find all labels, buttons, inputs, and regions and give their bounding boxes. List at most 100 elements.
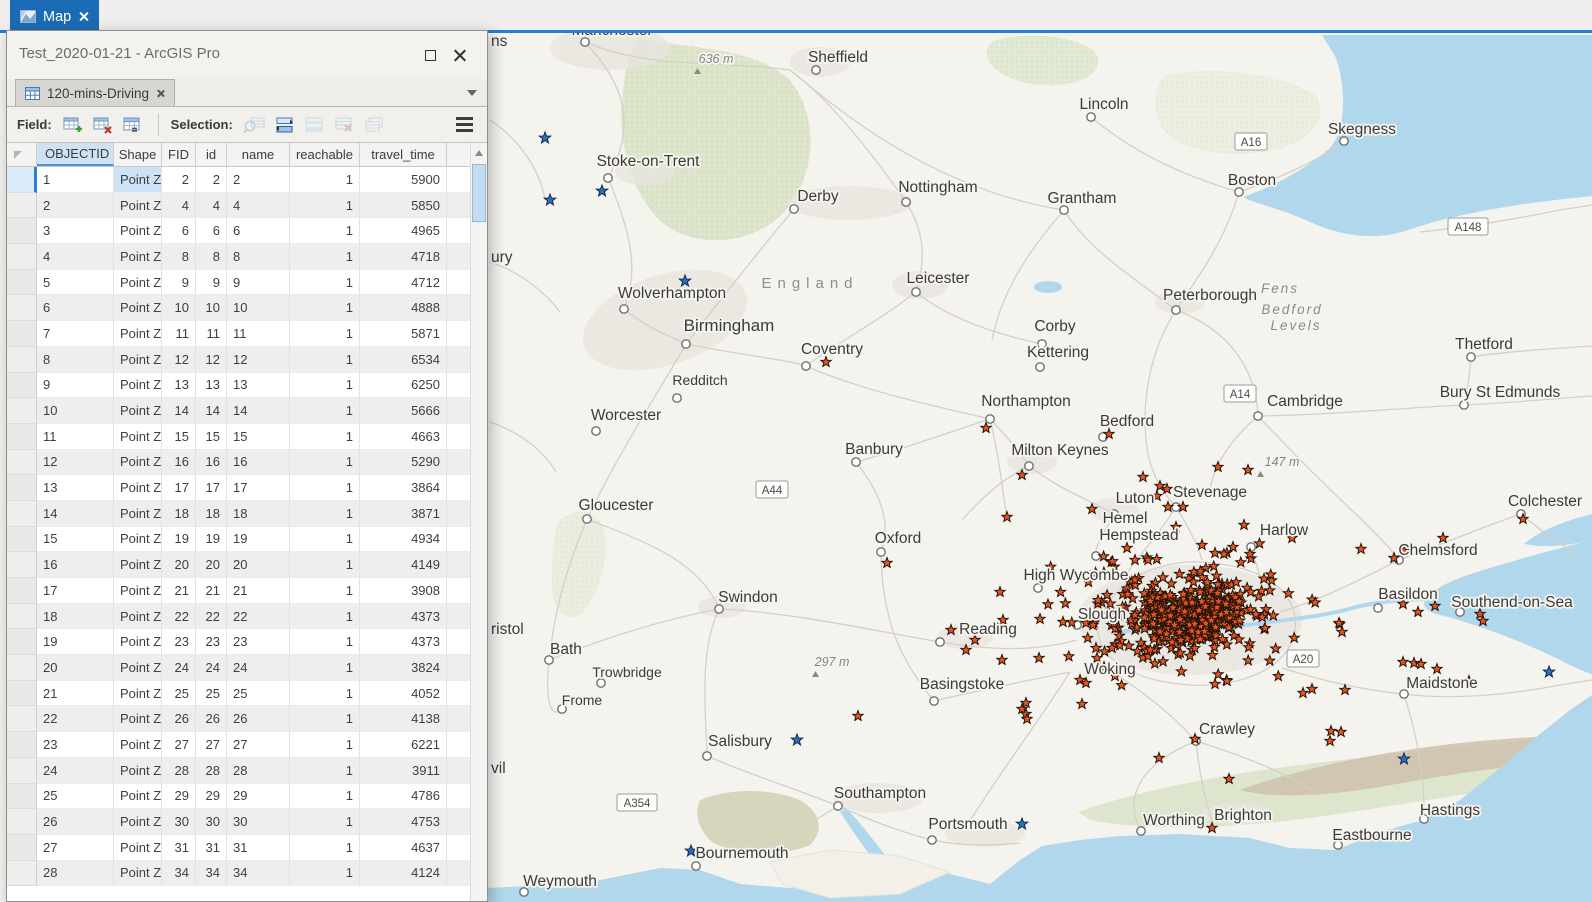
cell-reachable[interactable]: 1: [290, 629, 360, 655]
cell-travel_time[interactable]: 3871: [360, 501, 447, 527]
cell-reachable[interactable]: 1: [290, 373, 360, 399]
cell-OBJECTID[interactable]: 10: [37, 398, 114, 424]
cell-OBJECTID[interactable]: 4: [37, 244, 114, 270]
cell-travel_time[interactable]: 4786: [360, 784, 447, 810]
cell-Shape[interactable]: Point Z: [114, 629, 162, 655]
cell-travel_time[interactable]: 5290: [360, 450, 447, 476]
cell-reachable[interactable]: 1: [290, 578, 360, 604]
cell-Shape[interactable]: Point Z: [114, 244, 162, 270]
cell-id[interactable]: 24: [196, 655, 227, 681]
cell-reachable[interactable]: 1: [290, 475, 360, 501]
cell-FID[interactable]: 18: [162, 501, 196, 527]
cell-FID[interactable]: 8: [162, 244, 196, 270]
cell-Shape[interactable]: Point Z: [114, 398, 162, 424]
cell-name[interactable]: 14: [227, 398, 290, 424]
cell-name[interactable]: 30: [227, 809, 290, 835]
cell-id[interactable]: 20: [196, 552, 227, 578]
cell-reachable[interactable]: 1: [290, 706, 360, 732]
clear-selection-icon[interactable]: [331, 113, 357, 137]
cell-reachable[interactable]: 1: [290, 835, 360, 861]
cell-OBJECTID[interactable]: 15: [37, 527, 114, 553]
cell-OBJECTID[interactable]: 22: [37, 706, 114, 732]
cell-travel_time[interactable]: 4373: [360, 629, 447, 655]
cell-name[interactable]: 6: [227, 218, 290, 244]
row-selector[interactable]: [7, 321, 37, 347]
table-row[interactable]: 7Point Z11111115871: [7, 321, 470, 347]
cell-reachable[interactable]: 1: [290, 321, 360, 347]
cell-FID[interactable]: 29: [162, 784, 196, 810]
cell-travel_time[interactable]: 5850: [360, 193, 447, 219]
cell-FID[interactable]: 26: [162, 706, 196, 732]
cell-id[interactable]: 31: [196, 835, 227, 861]
cell-name[interactable]: 11: [227, 321, 290, 347]
cell-FID[interactable]: 31: [162, 835, 196, 861]
table-row[interactable]: 14Point Z18181813871: [7, 501, 470, 527]
tab-close-icon[interactable]: [78, 11, 89, 22]
cell-id[interactable]: 15: [196, 424, 227, 450]
select-all-corner[interactable]: [7, 143, 37, 166]
cell-reachable[interactable]: 1: [290, 604, 360, 630]
table-scrollbar[interactable]: [470, 143, 487, 901]
table-row[interactable]: 6Point Z10101014888: [7, 295, 470, 321]
cell-Shape[interactable]: Point Z: [114, 578, 162, 604]
cell-name[interactable]: 16: [227, 450, 290, 476]
cell-OBJECTID[interactable]: 6: [37, 295, 114, 321]
cell-Shape[interactable]: Point Z: [114, 347, 162, 373]
cell-Shape[interactable]: Point Z: [114, 758, 162, 784]
column-header-name[interactable]: name: [227, 143, 290, 166]
cell-OBJECTID[interactable]: 26: [37, 809, 114, 835]
cell-OBJECTID[interactable]: 18: [37, 604, 114, 630]
cell-Shape[interactable]: Point Z: [114, 424, 162, 450]
cell-OBJECTID[interactable]: 16: [37, 552, 114, 578]
cell-travel_time[interactable]: 4753: [360, 809, 447, 835]
zoom-to-selection-icon[interactable]: [241, 113, 267, 137]
cell-FID[interactable]: 21: [162, 578, 196, 604]
cell-name[interactable]: 2: [227, 167, 290, 193]
cell-reachable[interactable]: 1: [290, 218, 360, 244]
cell-travel_time[interactable]: 6534: [360, 347, 447, 373]
cell-reachable[interactable]: 1: [290, 861, 360, 887]
row-selector[interactable]: [7, 552, 37, 578]
cell-id[interactable]: 6: [196, 218, 227, 244]
row-selector[interactable]: [7, 604, 37, 630]
cell-travel_time[interactable]: 3864: [360, 475, 447, 501]
cell-FID[interactable]: 4: [162, 193, 196, 219]
cell-travel_time[interactable]: 3911: [360, 758, 447, 784]
cell-reachable[interactable]: 1: [290, 450, 360, 476]
column-header-travel_time[interactable]: travel_time: [360, 143, 447, 166]
cell-travel_time[interactable]: 6221: [360, 732, 447, 758]
cell-OBJECTID[interactable]: 5: [37, 270, 114, 296]
cell-id[interactable]: 26: [196, 706, 227, 732]
cell-OBJECTID[interactable]: 23: [37, 732, 114, 758]
cell-FID[interactable]: 28: [162, 758, 196, 784]
cell-name[interactable]: 15: [227, 424, 290, 450]
table-row[interactable]: 13Point Z17171713864: [7, 475, 470, 501]
row-selector[interactable]: [7, 193, 37, 219]
cell-name[interactable]: 34: [227, 861, 290, 887]
cell-OBJECTID[interactable]: 2: [37, 193, 114, 219]
cell-reachable[interactable]: 1: [290, 655, 360, 681]
cell-reachable[interactable]: 1: [290, 501, 360, 527]
cell-FID[interactable]: 27: [162, 732, 196, 758]
cell-reachable[interactable]: 1: [290, 809, 360, 835]
cell-OBJECTID[interactable]: 8: [37, 347, 114, 373]
table-row[interactable]: 9Point Z13131316250: [7, 373, 470, 399]
cell-OBJECTID[interactable]: 1: [37, 167, 114, 193]
cell-id[interactable]: 17: [196, 475, 227, 501]
table-row[interactable]: 8Point Z12121216534: [7, 347, 470, 373]
cell-FID[interactable]: 11: [162, 321, 196, 347]
cell-OBJECTID[interactable]: 19: [37, 629, 114, 655]
cell-FID[interactable]: 17: [162, 475, 196, 501]
cell-id[interactable]: 16: [196, 450, 227, 476]
cell-travel_time[interactable]: 5871: [360, 321, 447, 347]
cell-name[interactable]: 19: [227, 527, 290, 553]
cell-OBJECTID[interactable]: 17: [37, 578, 114, 604]
cell-id[interactable]: 34: [196, 861, 227, 887]
cell-id[interactable]: 30: [196, 809, 227, 835]
table-row[interactable]: 5Point Z99914712: [7, 270, 470, 296]
cell-name[interactable]: 18: [227, 501, 290, 527]
cell-Shape[interactable]: Point Z: [114, 784, 162, 810]
row-selector[interactable]: [7, 655, 37, 681]
cell-reachable[interactable]: 1: [290, 784, 360, 810]
cell-travel_time[interactable]: 4052: [360, 681, 447, 707]
